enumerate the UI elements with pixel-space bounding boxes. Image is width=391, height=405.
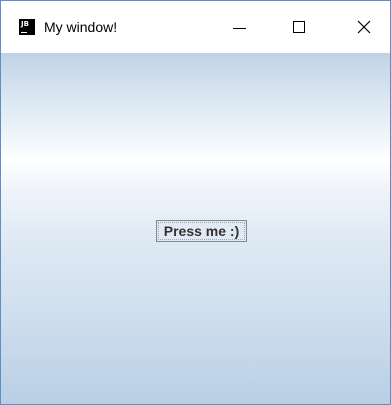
- press-me-button[interactable]: Press me :): [156, 220, 247, 242]
- app-window: JB My window! Press me :): [0, 0, 391, 405]
- title-bar[interactable]: JB My window!: [1, 1, 390, 53]
- maximize-button[interactable]: [276, 1, 322, 53]
- close-button[interactable]: [341, 1, 387, 53]
- window-title: My window!: [44, 19, 118, 35]
- maximize-icon: [293, 21, 305, 33]
- minimize-button[interactable]: [217, 1, 263, 53]
- jb-icon[interactable]: JB: [19, 19, 35, 35]
- close-icon: [357, 20, 371, 34]
- minimize-icon: [233, 28, 246, 29]
- content-panel: Press me :): [1, 53, 390, 404]
